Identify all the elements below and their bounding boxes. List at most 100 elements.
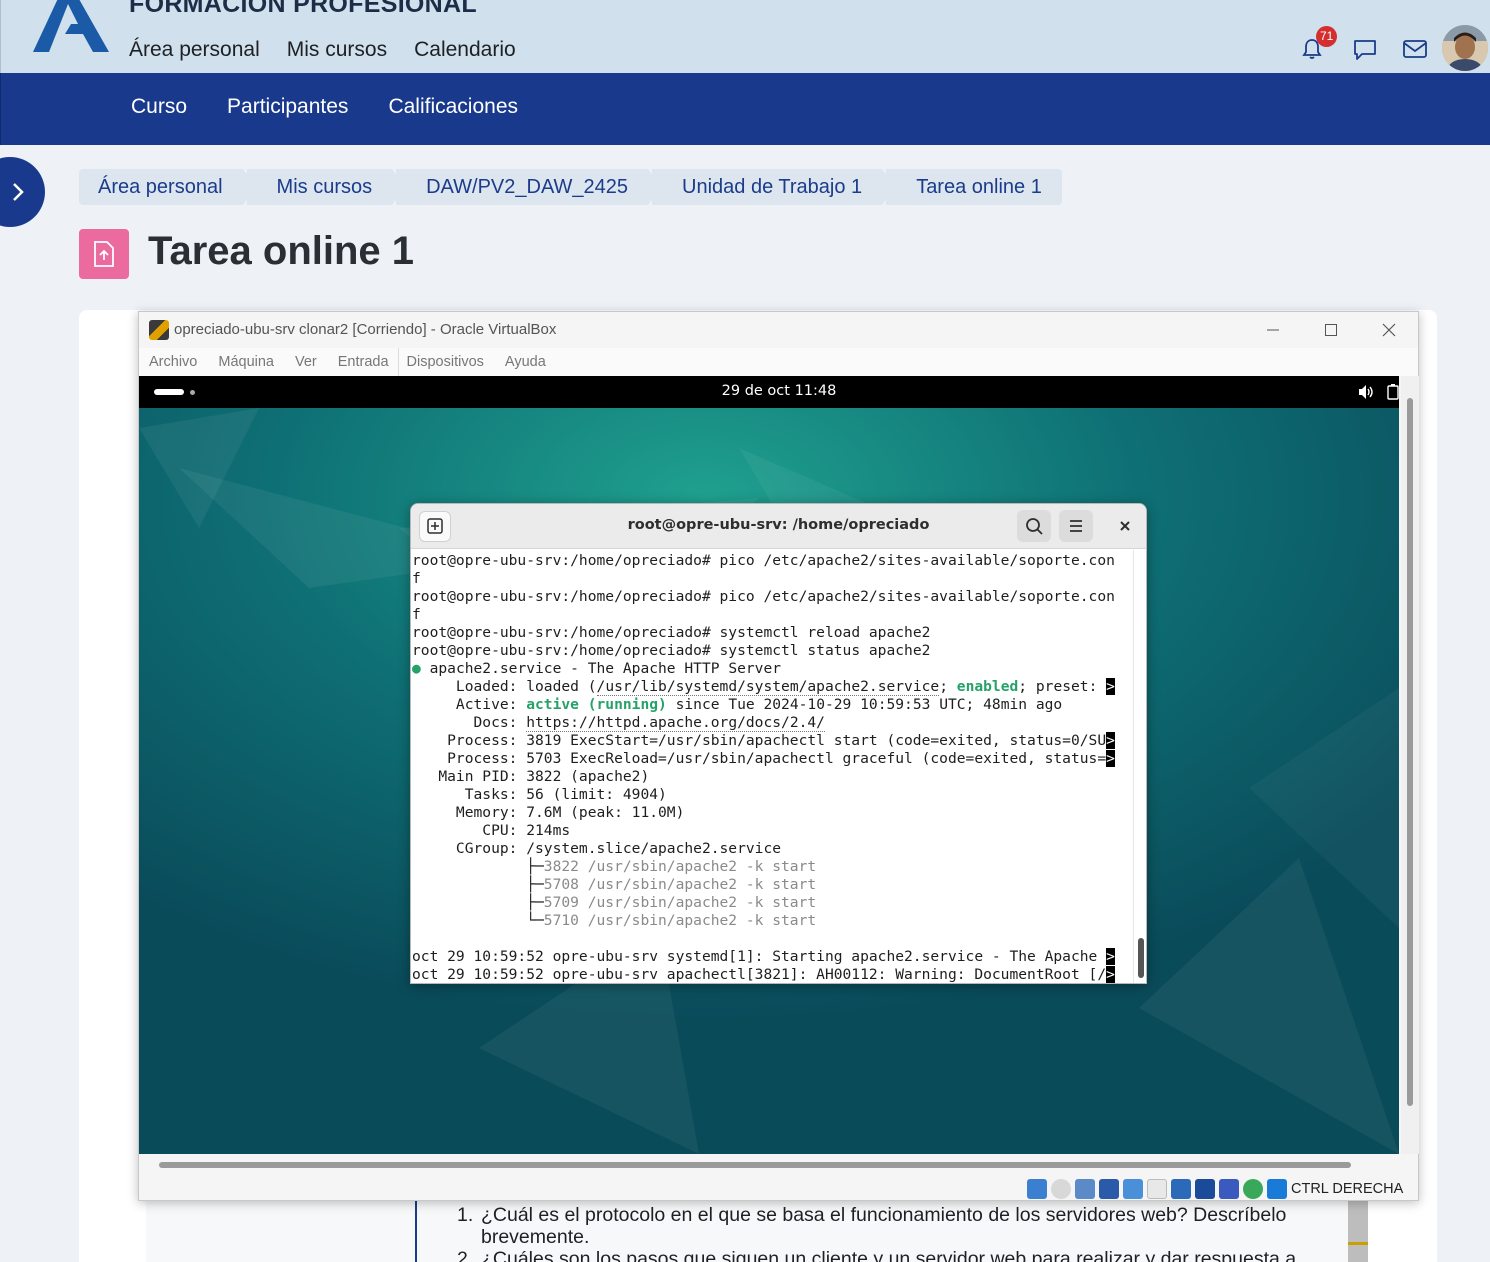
user-avatar[interactable] [1442,25,1488,71]
breadcrumb-unit[interactable]: Unidad de Trabajo 1 [652,169,897,205]
command-text: systemctl reload apache2 [710,624,931,641]
virtualbox-menubar: Archivo Máquina Ver Entrada Dispositivos… [139,348,1418,376]
process-tree-item: 5709 /usr/sbin/apache2 -k start [543,894,817,911]
field-value: since Tue 2024-10-29 10:59:53 UTC; 48min… [666,696,1063,713]
mouse-integration-icon[interactable] [1243,1179,1263,1199]
vt-x-icon[interactable] [1219,1179,1239,1199]
nav-mis-cursos[interactable]: Mis cursos [287,38,387,62]
unit-file-path: /usr/lib/systemd/system/apache2.service [596,678,940,696]
scrollbar-thumb[interactable] [1407,398,1413,1106]
shell-prompt: root@opre-ubu-srv:/home/opreciado# [412,552,711,569]
active-status: active (running) [526,696,667,713]
notification-count-badge: 71 [1316,26,1338,47]
optical-drive-icon[interactable] [1051,1179,1071,1199]
nav-area-personal[interactable]: Área personal [129,38,260,62]
menu-ver[interactable]: Ver [295,354,317,370]
tab-curso[interactable]: Curso [131,95,187,119]
process-line: Process: 5703 ExecReload=/usr/sbin/apach… [412,750,1107,767]
terminal-line: ├─3822 /usr/sbin/apache2 -k start [412,858,1133,876]
menu-entrada[interactable]: Entrada [338,354,389,370]
site-brand: FORMACIÓN PROFESIONAL [129,0,477,18]
question-number: 2. [457,1248,474,1262]
course-index-drawer-toggle[interactable] [0,157,45,227]
questions-list: 1. ¿Cuál es el protocolo en el que se ba… [457,1204,1337,1262]
cgroup-line: CGroup: /system.slice/apache2.service [412,840,782,857]
site-logo[interactable] [31,0,111,54]
terminal-line: f [412,570,1133,588]
recording-icon[interactable] [1195,1179,1215,1199]
line-overflow-marker: > [1106,948,1115,965]
close-icon[interactable] [1115,516,1135,536]
terminal-output[interactable]: root@opre-ubu-srv:/home/opreciado# pico … [411,550,1133,983]
vm-vertical-scrollbar[interactable] [1401,376,1419,1154]
clock[interactable]: 29 de oct 11:48 [139,383,1399,399]
usb-icon[interactable] [1123,1179,1143,1199]
shell-prompt: root@opre-ubu-srv:/home/opreciado# [412,624,711,641]
mail-icon[interactable] [1402,39,1428,59]
menu-maquina[interactable]: Máquina [218,354,274,370]
field-value: ; preset: [1018,678,1107,695]
chat-icon[interactable] [1352,38,1378,62]
host-key-label: CTRL DERECHA [1291,1181,1404,1197]
wrapped-text: f [412,606,421,623]
breadcrumb-course[interactable]: DAW/PV2_DAW_2425 [396,169,662,205]
terminal-line: oct 29 10:59:52 opre-ubu-srv systemd[1]:… [412,948,1133,966]
command-text: pico /etc/apache2/sites-available/soport… [710,552,1115,569]
terminal-line: └─5710 /usr/sbin/apache2 -k start [412,912,1133,930]
terminal-headerbar[interactable]: root@opre-ubu-srv: /home/opreciado [411,504,1146,549]
vm-display[interactable]: 29 de oct 11:48 root@opre-ubu-srv: /home… [139,376,1399,1154]
menu-ayuda[interactable]: Ayuda [505,354,546,370]
field-label: Active: [412,696,527,713]
menu-archivo[interactable]: Archivo [149,354,197,370]
log-line: oct 29 10:59:52 opre-ubu-srv apachectl[3… [412,966,1107,983]
tree-branch: └─ [412,912,544,929]
battery-icon[interactable] [1387,384,1399,400]
window-titlebar[interactable]: opreciado-ubu-srv clonar2 [Corriendo] - … [139,312,1418,348]
volume-icon[interactable] [1357,384,1375,400]
terminal-scrollbar[interactable] [1133,550,1146,983]
service-name: apache2.service - The Apache HTTP Server [420,660,782,677]
hamburger-menu-icon [1070,520,1082,532]
nav-calendario[interactable]: Calendario [414,38,516,62]
vm-horizontal-scrollbar[interactable] [159,1162,1351,1168]
maximize-icon[interactable] [1323,320,1339,340]
display-icon[interactable] [1171,1179,1191,1199]
virtualbox-statusbar: CTRL DERECHA [139,1176,1418,1202]
menu-dispositivos[interactable]: Dispositivos [407,354,484,370]
audio-icon[interactable] [1075,1179,1095,1199]
docs-link[interactable]: https://httpd.apache.org/docs/2.4/ [526,714,825,732]
shared-folder-icon[interactable] [1147,1179,1167,1199]
command-text: systemctl status apache2 [710,642,931,659]
terminal-line: root@opre-ubu-srv:/home/opreciado# syste… [412,642,1133,660]
search-button[interactable] [1017,510,1051,542]
scrollbar-thumb[interactable] [1138,938,1144,978]
field-value: loaded ( [526,678,597,695]
terminal-line: Docs: https://httpd.apache.org/docs/2.4/ [412,714,1133,732]
course-secondary-navigation: Curso Participantes Calificaciones [0,73,1490,145]
tab-participantes[interactable]: Participantes [227,95,348,119]
shell-prompt: root@opre-ubu-srv:/home/opreciado# [412,642,711,659]
terminal-line: Active: active (running) since Tue 2024-… [412,696,1133,714]
virtualbox-window: opreciado-ubu-srv clonar2 [Corriendo] - … [138,311,1419,1201]
line-overflow-marker: > [1106,732,1115,749]
terminal-line: root@opre-ubu-srv:/home/opreciado# syste… [412,624,1133,642]
terminal-line: ├─5709 /usr/sbin/apache2 -k start [412,894,1133,912]
terminal-line: Process: 5703 ExecReload=/usr/sbin/apach… [412,750,1133,768]
tab-calificaciones[interactable]: Calificaciones [388,95,518,119]
content-scrollbar[interactable] [1348,1195,1368,1262]
breadcrumb-mis-cursos[interactable]: Mis cursos [246,169,406,205]
breadcrumb-current[interactable]: Tarea online 1 [886,169,1062,205]
tree-branch: ├─ [412,858,544,875]
menu-button[interactable] [1059,510,1093,542]
close-icon[interactable] [1381,320,1397,340]
keyboard-capture-icon[interactable] [1267,1179,1287,1199]
command-text: pico /etc/apache2/sites-available/soport… [710,588,1115,605]
terminal-line: Tasks: 56 (limit: 4904) [412,786,1133,804]
breadcrumb-area-personal[interactable]: Área personal [79,169,257,205]
terminal-line: Loaded: loaded (/usr/lib/systemd/system/… [412,678,1133,696]
network-icon[interactable] [1099,1179,1119,1199]
wrapped-text: f [412,570,421,587]
hard-disk-icon[interactable] [1027,1179,1047,1199]
minimize-icon[interactable] [1265,320,1281,340]
terminal-line: root@opre-ubu-srv:/home/opreciado# pico … [412,552,1133,570]
